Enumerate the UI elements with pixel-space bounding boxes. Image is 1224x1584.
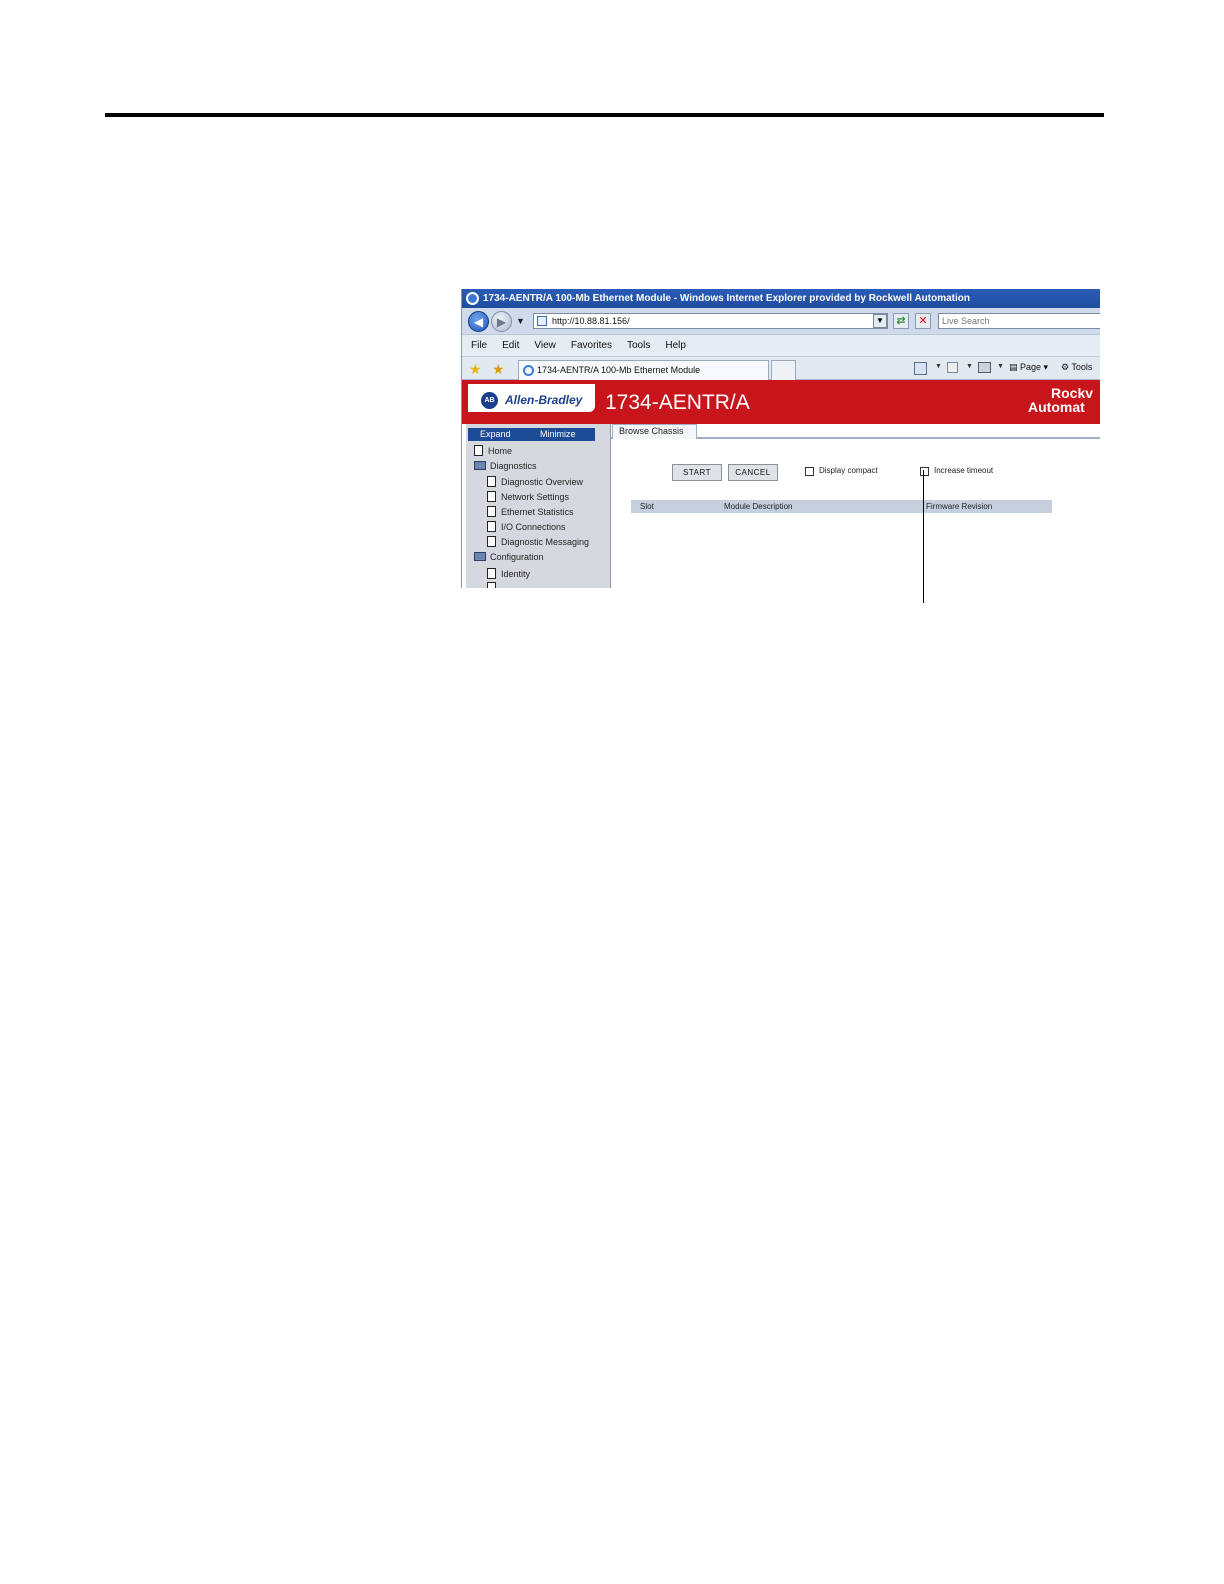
sidebar-item-home[interactable]: Home [474, 445, 512, 456]
forward-arrow-icon: ▶ [496, 314, 507, 329]
header-banner: AB Allen-Bradley 1734-AENTR/A Rockv Auto… [462, 380, 1100, 424]
rockwell-logo-line2: Automat [1028, 399, 1085, 415]
menu-favorites[interactable]: Favorites [571, 340, 612, 351]
refresh-icon: ⇄ [896, 315, 906, 327]
display-compact-checkbox[interactable] [805, 467, 814, 476]
window-titlebar: 1734-AENTR/A 100-Mb Ethernet Module - Wi… [462, 289, 1100, 308]
callout-line [923, 470, 924, 603]
page-icon [487, 582, 496, 588]
sidebar-item-diagnostic-messaging[interactable]: Diagnostic Messaging [487, 536, 611, 547]
stop-icon: ✕ [918, 315, 928, 327]
home-icon[interactable] [914, 362, 927, 375]
print-dropdown-icon[interactable]: ▼ [997, 363, 1004, 370]
search-placeholder: Live Search [942, 316, 990, 326]
menu-help[interactable]: Help [665, 340, 686, 351]
refresh-button[interactable]: ⇄ [893, 313, 909, 329]
sidebar-item-network-settings[interactable]: Network Settings [487, 491, 569, 502]
display-compact-label: Display compact [819, 466, 878, 475]
content-pane: Browse Chassis START CANCEL Display comp… [611, 424, 1100, 588]
page-icon [474, 445, 483, 456]
page-menu[interactable]: ▤ Page ▾ [1009, 362, 1048, 373]
folder-icon [474, 461, 486, 470]
menu-bar: File Edit View Favorites Tools Help [462, 334, 1100, 356]
forward-button[interactable]: ▶ [491, 311, 512, 332]
page-icon [487, 568, 496, 579]
recent-pages-dropdown[interactable]: ▼ [516, 316, 525, 326]
page-icon [487, 521, 496, 532]
favorites-star-icon[interactable]: ★ [469, 361, 482, 378]
browser-screenshot: 1734-AENTR/A 100-Mb Ethernet Module - Wi… [461, 289, 1100, 588]
sidebar-item-label: Diagnostics [490, 461, 537, 471]
sidebar-item-io-connections[interactable]: I/O Connections [487, 521, 566, 532]
sidebar-item-label: Diagnostic Messaging [501, 537, 590, 547]
back-arrow-icon: ◀ [473, 314, 484, 329]
favorites-bar: ★ ★ 1734-AENTR/A 100-Mb Ethernet Module … [462, 356, 1100, 380]
column-slot: Slot [640, 502, 654, 511]
internet-explorer-icon [466, 292, 479, 305]
ab-badge-icon: AB [481, 392, 498, 409]
sidebar-item-label: Configuration [490, 552, 544, 562]
sidebar-item-label: Identity [501, 569, 531, 579]
column-module-description: Module Description [724, 502, 793, 511]
sidebar-item-diagnostics[interactable]: Diagnostics [474, 461, 537, 471]
content-tabstrip: Browse Chassis [611, 424, 1100, 439]
sidebar-item-label: I/O Connections [501, 522, 566, 532]
page-icon [487, 536, 496, 547]
feeds-icon[interactable] [947, 362, 958, 373]
sidebar-item-ethernet-statistics[interactable]: Ethernet Statistics [487, 506, 574, 517]
add-favorite-icon[interactable]: ★ [492, 361, 505, 378]
tab-ie-icon [523, 365, 534, 376]
allen-bradley-logo: AB Allen-Bradley [468, 384, 595, 412]
sidebar-item-clipped [487, 582, 501, 588]
sidebar-item-label: Ethernet Statistics [501, 507, 574, 517]
url-dropdown-button[interactable]: ▼ [873, 314, 887, 328]
increase-timeout-label: Increase timeout [934, 466, 994, 475]
menu-tools[interactable]: Tools [627, 340, 650, 351]
brand-name: Allen-Bradley [505, 393, 583, 407]
tools-menu-label: Tools [1071, 362, 1093, 372]
url-input[interactable]: http://10.88.81.156/ [533, 313, 888, 329]
search-input[interactable]: Live Search [938, 313, 1100, 329]
tab-label: 1734-AENTR/A 100-Mb Ethernet Module [537, 365, 701, 375]
minimize-link[interactable]: Minimize [540, 429, 576, 439]
increase-timeout-checkbox[interactable] [920, 467, 929, 476]
page-icon [487, 506, 496, 517]
page-icon [537, 316, 547, 326]
sidebar-item-label: Diagnostic Overview [501, 477, 584, 487]
menu-view[interactable]: View [534, 340, 556, 351]
page-icon [487, 476, 496, 487]
sidebar-header: Expand Minimize [468, 428, 595, 441]
sidebar-item-diagnostic-overview[interactable]: Diagnostic Overview [487, 476, 583, 487]
sidebar-item-label: Network Settings [501, 492, 570, 502]
print-icon[interactable] [978, 362, 991, 373]
column-firmware-revision: Firmware Revision [926, 502, 993, 511]
stop-button[interactable]: ✕ [915, 313, 931, 329]
menu-file[interactable]: File [471, 340, 487, 351]
page-title: 1734-AENTR/A [605, 391, 750, 414]
start-button[interactable]: START [672, 464, 722, 481]
page-icon [487, 491, 496, 502]
sidebar-item-configuration[interactable]: Configuration [474, 552, 544, 562]
back-button[interactable]: ◀ [468, 311, 489, 332]
page-header-rule [105, 113, 1104, 117]
navigation-sidebar: Expand Minimize Home Diagnostics Diagnos… [466, 424, 611, 588]
expand-link[interactable]: Expand [480, 429, 511, 439]
tab-browse-chassis[interactable]: Browse Chassis [612, 424, 697, 439]
page-menu-label: Page [1020, 362, 1042, 372]
sidebar-item-identity[interactable]: Identity [487, 568, 530, 579]
feeds-dropdown-icon[interactable]: ▼ [966, 363, 973, 370]
sidebar-item-label: Home [488, 446, 513, 456]
folder-icon [474, 552, 486, 561]
browser-tab-active[interactable]: 1734-AENTR/A 100-Mb Ethernet Module [518, 360, 769, 380]
tools-menu[interactable]: ⚙ Tools [1061, 362, 1092, 373]
cancel-button[interactable]: CANCEL [728, 464, 778, 481]
chassis-table-header: Slot Module Description Firmware Revisio… [631, 500, 1052, 513]
new-tab-button[interactable] [771, 360, 796, 380]
url-text: http://10.88.81.156/ [552, 316, 630, 326]
home-dropdown-icon[interactable]: ▼ [935, 363, 942, 370]
web-page: AB Allen-Bradley 1734-AENTR/A Rockv Auto… [462, 380, 1100, 588]
window-title: 1734-AENTR/A 100-Mb Ethernet Module - Wi… [483, 293, 971, 304]
address-bar: ◀ ▶ ▼ http://10.88.81.156/ ▼ ⇄ ✕ Live Se… [462, 308, 1100, 334]
menu-edit[interactable]: Edit [502, 340, 519, 351]
